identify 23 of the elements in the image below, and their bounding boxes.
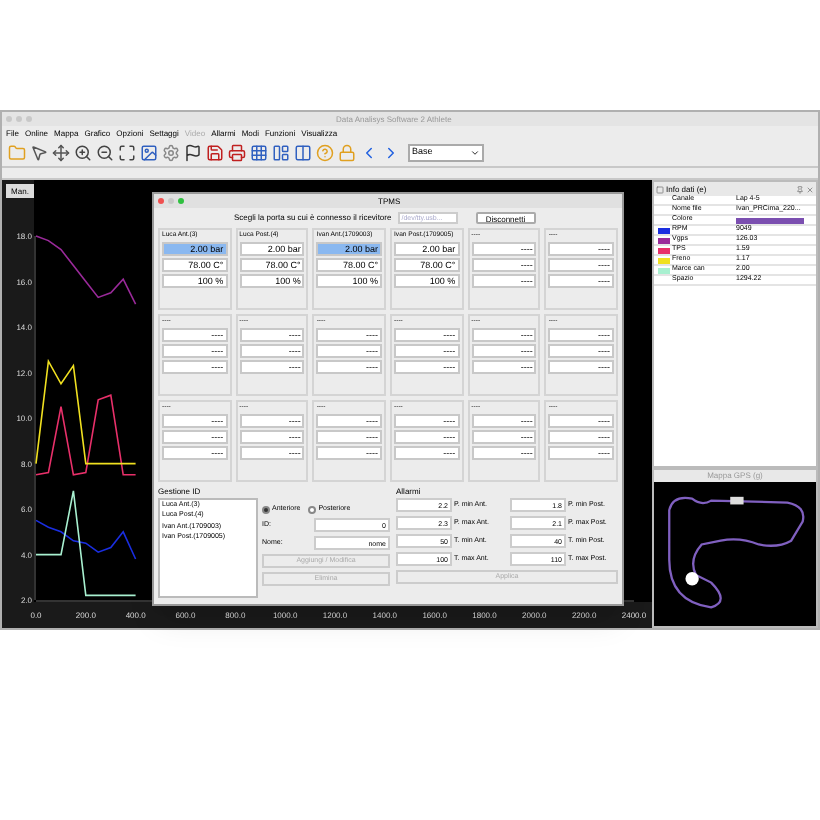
zoom-out-icon[interactable] — [96, 144, 114, 162]
grid-icon[interactable] — [250, 144, 268, 162]
caret-icon — [470, 148, 480, 158]
columns-icon[interactable] — [294, 144, 312, 162]
radio-button[interactable] — [308, 505, 317, 514]
radio-button[interactable] — [262, 505, 270, 514]
data-line — [35, 235, 137, 305]
forward-icon[interactable] — [382, 144, 400, 162]
printer-icon[interactable] — [228, 144, 246, 162]
zoom-in-icon[interactable] — [74, 144, 92, 162]
pin-icon[interactable] — [796, 185, 804, 193]
zoom-fit-icon[interactable] — [118, 144, 136, 162]
dialog-close-button[interactable] — [158, 198, 164, 204]
panel-icon — [656, 185, 664, 193]
save-icon[interactable] — [206, 144, 224, 162]
data-line — [35, 394, 137, 476]
flag-icon[interactable] — [184, 144, 202, 162]
back-icon[interactable] — [360, 144, 378, 162]
data-line — [35, 358, 137, 465]
layout-icon[interactable] — [272, 144, 290, 162]
move-icon[interactable] — [52, 144, 70, 162]
pointer-icon[interactable] — [30, 144, 48, 162]
image-icon[interactable] — [140, 144, 158, 162]
